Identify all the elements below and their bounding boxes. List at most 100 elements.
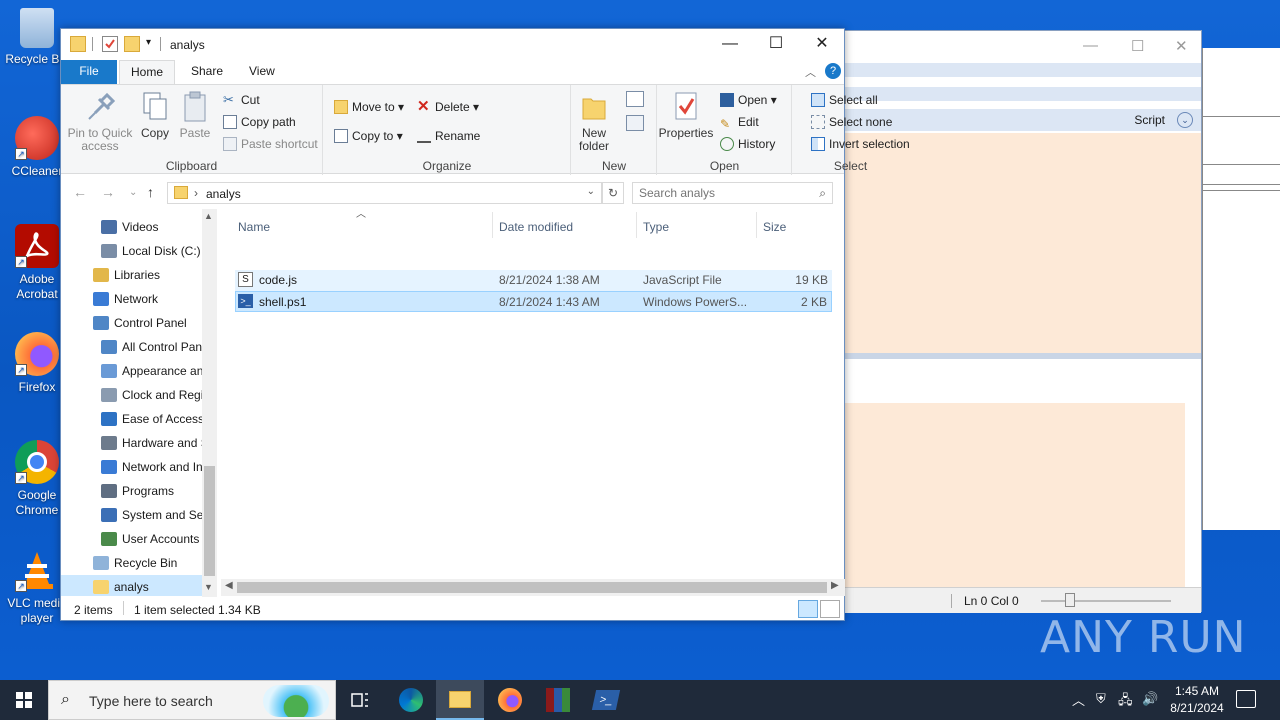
nav-item[interactable]: Appearance and Personalization [61,359,217,383]
nav-item[interactable]: System and Security [61,503,217,527]
horizontal-scroll-thumb[interactable] [237,582,827,593]
tab-share[interactable]: Share [181,60,233,84]
nav-item[interactable]: Hardware and Sound [61,431,217,455]
file-list-horizontal-scrollbar[interactable]: ◀ ▶ [221,579,845,596]
bg-console-pane[interactable] [841,403,1185,591]
file-row-shell-ps1[interactable]: >_ shell.ps1 8/21/2024 1:43 AM Windows P… [235,291,832,312]
file-list[interactable]: ︿ Name Date modified Type Size S code.js… [232,209,844,597]
help-icon[interactable]: ? [825,63,841,79]
taskbar-powershell-ise[interactable]: >_ [582,680,630,720]
zoom-slider-track[interactable] [1041,600,1171,602]
tab-file[interactable]: File [61,60,117,84]
nav-item[interactable]: Local Disk (C:) [61,239,202,263]
new-item-icon[interactable] [626,91,644,107]
collapse-ribbon-icon[interactable]: ︿ [805,64,816,80]
taskbar-winrar[interactable] [534,680,582,720]
minimize-button[interactable]: — [707,29,753,60]
scroll-up-icon[interactable]: ▲ [204,211,213,221]
search-box[interactable]: ⌕ [632,182,833,204]
delete-button[interactable]: ✕ Delete ▾ [417,98,479,116]
task-view-button[interactable] [336,680,384,720]
customize-quick-access-icon[interactable]: ▾ [146,37,151,48]
nav-item[interactable]: Libraries [61,263,202,287]
scroll-right-icon[interactable]: ▶ [831,580,839,591]
cut-button[interactable]: ✂ Cut [223,91,260,109]
back-arrow-icon[interactable]: ← [73,184,87,200]
scroll-left-icon[interactable]: ◀ [225,580,233,591]
paste-button[interactable]: Paste [177,91,213,140]
up-arrow-icon[interactable]: ↑ [147,184,154,200]
volume-icon[interactable]: 🔊 [1142,691,1158,707]
breadcrumb[interactable]: analys [206,187,241,201]
new-folder-icon[interactable] [124,36,140,52]
address-bar[interactable]: › analys ⌄ [167,182,602,204]
taskbar-firefox[interactable] [486,680,534,720]
tab-home[interactable]: Home [119,60,175,84]
taskbar-clock[interactable]: 1:45 AM 8/21/2024 [1162,683,1232,717]
nav-item[interactable]: Recycle Bin [61,551,202,575]
network-security-icon[interactable]: ⛨ [1096,691,1106,707]
pin-to-quick-access-button[interactable]: Pin to Quick access [65,91,135,153]
nav-item[interactable]: Control Panel [61,311,202,335]
explorer-titlebar[interactable]: ▾ analys — ☐ ✕ [61,29,844,60]
recent-locations-chevron-icon[interactable]: ⌄ [129,187,137,198]
bg-splitter[interactable] [841,353,1201,359]
refresh-icon[interactable]: ↻ [602,182,624,204]
properties-button[interactable]: Properties [658,91,714,140]
forward-arrow-icon[interactable]: → [101,184,115,200]
nav-item[interactable]: Network and Internet [61,455,217,479]
start-button[interactable] [0,680,48,720]
select-all-button[interactable]: Select all [811,91,878,109]
taskbar-edge[interactable] [386,680,434,720]
column-header-name[interactable]: Name [238,215,270,239]
nav-item[interactable]: All Control Panel Items [61,335,217,359]
nav-item[interactable]: analys [61,575,202,596]
zoom-slider-thumb[interactable] [1065,593,1075,607]
chevron-down-icon[interactable]: ⌄ [587,186,595,197]
chevron-down-icon[interactable]: ⌄ [1177,112,1193,128]
select-none-button[interactable]: Select none [811,113,892,131]
rename-button[interactable]: Rename [417,127,480,145]
taskbar-file-explorer[interactable] [436,680,484,720]
column-header-type[interactable]: Type [643,215,669,239]
invert-selection-button[interactable]: Invert selection [811,135,910,153]
copy-button[interactable]: Copy [137,91,173,140]
search-input[interactable] [633,183,803,203]
nav-item[interactable]: Network [61,287,202,311]
edit-button[interactable]: ✎ Edit [720,113,759,131]
close-button[interactable]: ✕ [799,29,845,60]
easy-access-icon[interactable] [626,115,644,131]
bg-maximize-icon[interactable]: ☐ [1131,37,1144,55]
navigation-pane[interactable]: Videos Local Disk (C:) Libraries Network Con… [61,209,217,596]
nav-item[interactable]: User Accounts [61,527,202,551]
copy-path-button[interactable]: Copy path [223,113,296,131]
tab-view[interactable]: View [239,60,285,84]
nav-item[interactable]: Ease of Access [61,407,204,431]
file-explorer-window[interactable]: ▾ analys — ☐ ✕ File Home Share View ︿ ? … [60,28,910,621]
properties-icon[interactable] [102,36,118,52]
show-hidden-icons-chevron[interactable]: ︿ [1072,690,1085,709]
nav-item[interactable]: Programs [61,479,202,503]
taskbar-search[interactable]: ⌕ Type here to search [48,680,336,720]
column-header-date-modified[interactable]: Date modified [499,215,573,239]
open-button[interactable]: Open ▾ [720,91,777,109]
new-folder-button[interactable]: New folder [574,91,614,153]
column-header-size[interactable]: Size [763,215,786,239]
bg-close-icon[interactable]: ✕ [1175,37,1188,55]
notifications-icon[interactable] [1236,690,1256,708]
large-icons-view-icon[interactable] [820,600,840,618]
details-view-icon[interactable] [798,600,818,618]
history-button[interactable]: History [720,135,775,153]
maximize-button[interactable]: ☐ [753,29,799,60]
nav-item[interactable]: Clock and Region [61,383,217,407]
scroll-down-icon[interactable]: ▼ [204,582,213,592]
nav-item[interactable]: Videos [61,215,202,239]
move-to-button[interactable]: Move to ▾ [334,98,404,116]
nav-scrollbar[interactable]: ▲ ▼ [202,209,217,597]
paste-shortcut-button[interactable]: Paste shortcut [223,135,318,153]
copy-to-button[interactable]: Copy to ▾ [334,127,403,145]
bg-minimize-icon[interactable]: — [1083,37,1098,54]
network-icon[interactable]: 🖧 [1118,691,1133,713]
nav-scroll-thumb[interactable] [204,466,215,576]
file-row-code-js[interactable]: S code.js 8/21/2024 1:38 AM JavaScript F… [235,270,832,291]
